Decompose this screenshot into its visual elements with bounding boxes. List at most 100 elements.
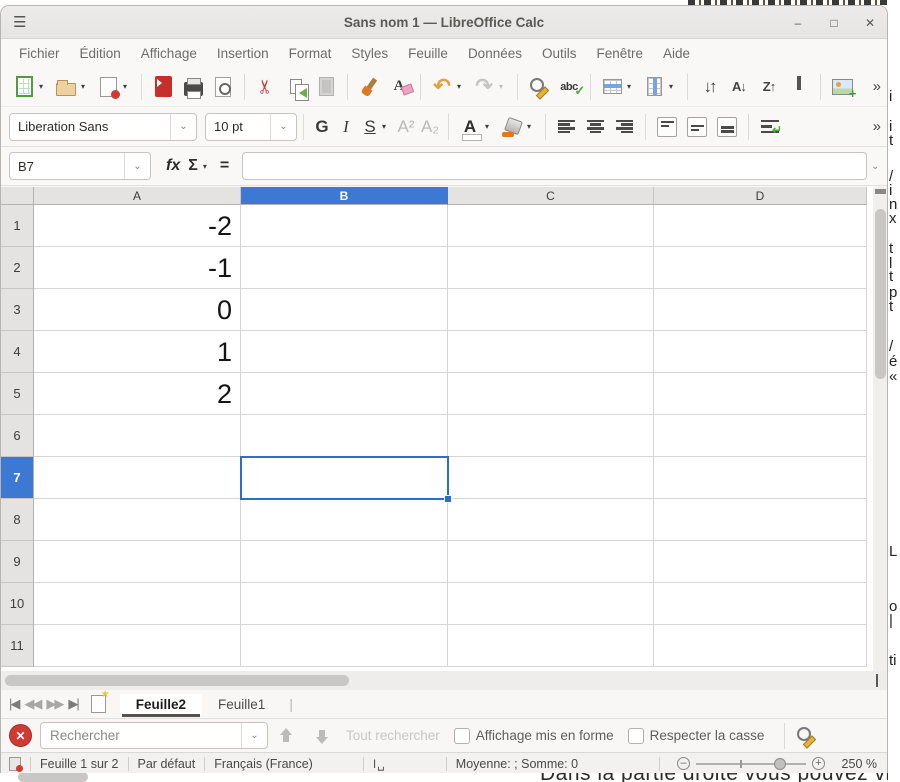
cell-B5[interactable]	[241, 373, 448, 415]
row-header-2[interactable]: 2	[1, 247, 34, 289]
superscript-button[interactable]: A²	[394, 117, 418, 137]
close-findbar-button[interactable]: ✕	[9, 724, 32, 747]
name-box-dropdown-icon[interactable]: ⌄	[124, 153, 150, 179]
cell-D11[interactable]	[654, 625, 867, 667]
cell-B6[interactable]	[241, 415, 448, 457]
sort-ascending-icon[interactable]: A↓	[726, 74, 752, 100]
font-color-icon[interactable]: A	[457, 114, 483, 140]
selection-fill-handle[interactable]	[444, 495, 452, 503]
vertical-scrollbar[interactable]	[873, 187, 888, 671]
spelling-icon[interactable]: abc	[556, 74, 582, 100]
menu-donnees[interactable]: Données	[458, 42, 532, 65]
center-vertically-icon[interactable]	[687, 117, 707, 137]
row-header-10[interactable]: 10	[1, 583, 34, 625]
redo-icon[interactable]: ↷	[471, 74, 497, 100]
cell-A2[interactable]: -1	[34, 247, 241, 289]
underline-button[interactable]: S	[358, 117, 382, 137]
open-file-icon[interactable]	[53, 74, 79, 100]
cell-C6[interactable]	[448, 415, 654, 457]
formatted-display-checkbox[interactable]: Affichage mis en forme	[454, 728, 614, 744]
cell-D8[interactable]	[654, 499, 867, 541]
insert-row-icon[interactable]	[599, 74, 625, 100]
cell-A10[interactable]	[34, 583, 241, 625]
new-document-icon[interactable]	[11, 74, 37, 100]
cell-C1[interactable]	[448, 205, 654, 247]
menu-aide[interactable]: Aide	[653, 42, 700, 65]
row-header-7[interactable]: 7	[1, 457, 34, 499]
cell-A4[interactable]: 1	[34, 331, 241, 373]
menu-styles[interactable]: Styles	[341, 42, 398, 65]
align-top-icon[interactable]	[657, 117, 677, 137]
cell-C8[interactable]	[448, 499, 654, 541]
minimize-button[interactable]: –	[791, 16, 805, 30]
column-header-b[interactable]: B	[241, 187, 448, 205]
formula-input[interactable]	[242, 152, 867, 180]
background-color-dropdown-icon[interactable]: ▾	[527, 122, 537, 131]
wrap-text-icon[interactable]	[761, 120, 779, 134]
cell-D7[interactable]	[654, 457, 867, 499]
menu-format[interactable]: Format	[279, 42, 342, 65]
sheet-tab-feuille2[interactable]: Feuille2	[120, 694, 202, 715]
cell-B8[interactable]	[241, 499, 448, 541]
first-sheet-icon[interactable]: |◀	[9, 696, 18, 712]
sheet-position-status[interactable]: Feuille 1 sur 2	[40, 757, 119, 771]
cell-B1[interactable]	[241, 205, 448, 247]
add-sheet-icon[interactable]	[91, 695, 106, 713]
clone-formatting-icon[interactable]	[356, 74, 382, 100]
cut-icon[interactable]: ✂	[253, 74, 279, 100]
save-icon[interactable]	[95, 74, 121, 100]
maximize-button[interactable]: □	[827, 16, 841, 30]
selection-stats[interactable]: Moyenne: ; Somme: 0	[456, 757, 578, 771]
previous-sheet-icon[interactable]: ◀◀	[24, 696, 40, 712]
find-previous-icon[interactable]	[278, 728, 294, 744]
cell-D9[interactable]	[654, 541, 867, 583]
align-left-icon[interactable]	[558, 120, 575, 134]
align-right-icon[interactable]	[616, 120, 633, 134]
cell-A3[interactable]: 0	[34, 289, 241, 331]
match-case-checkbox[interactable]: Respecter la casse	[628, 728, 765, 744]
find-and-replace-icon[interactable]	[793, 723, 819, 749]
cell-C5[interactable]	[448, 373, 654, 415]
cell-D6[interactable]	[654, 415, 867, 457]
row-header-4[interactable]: 4	[1, 331, 34, 373]
zoom-out-icon[interactable]: –	[677, 757, 690, 770]
sum-dropdown-icon[interactable]: ▾	[203, 162, 213, 171]
cell-B3[interactable]	[241, 289, 448, 331]
redo-dropdown-icon[interactable]: ▾	[499, 82, 509, 91]
sum-icon[interactable]: Σ	[185, 157, 201, 175]
cell-C10[interactable]	[448, 583, 654, 625]
print-preview-icon[interactable]	[210, 74, 236, 100]
zoom-in-icon[interactable]: +	[812, 757, 825, 770]
page-style-status[interactable]: Par défaut	[138, 757, 196, 771]
font-color-dropdown-icon[interactable]: ▾	[485, 122, 495, 131]
autofilter-icon[interactable]	[786, 74, 812, 100]
italic-button[interactable]: I	[334, 117, 358, 137]
vertical-scrollbar-thumb[interactable]	[875, 209, 886, 379]
close-button[interactable]: ✕	[863, 16, 877, 30]
cell-C4[interactable]	[448, 331, 654, 373]
cell-C7[interactable]	[448, 457, 654, 499]
cell-A9[interactable]	[34, 541, 241, 583]
menu-fichier[interactable]: Fichier	[9, 42, 70, 65]
sort-descending-icon[interactable]: Z↑	[756, 74, 782, 100]
row-header-3[interactable]: 3	[1, 289, 34, 331]
horizontal-scrollbar-thumb[interactable]	[5, 675, 349, 686]
vertical-split-handle[interactable]	[875, 189, 886, 194]
cell-B2[interactable]	[241, 247, 448, 289]
toolbar-overflow-icon[interactable]: »	[873, 78, 881, 95]
checkbox-box[interactable]	[628, 728, 644, 744]
align-bottom-icon[interactable]	[717, 117, 737, 137]
search-input[interactable]: Rechercher ⌄	[40, 722, 268, 749]
cell-D3[interactable]	[654, 289, 867, 331]
column-header-a[interactable]: A	[34, 187, 241, 205]
menu-fenetre[interactable]: Fenêtre	[587, 42, 654, 65]
function-wizard-icon[interactable]: fx	[163, 157, 183, 175]
font-name-dropdown-icon[interactable]: ⌄	[170, 114, 196, 140]
subscript-button[interactable]: A₂	[418, 117, 442, 137]
menu-affichage[interactable]: Affichage	[131, 42, 207, 65]
save-dropdown-icon[interactable]: ▾	[123, 82, 133, 91]
menu-insertion[interactable]: Insertion	[207, 42, 279, 65]
undo-icon[interactable]: ↶	[429, 74, 455, 100]
horizontal-scrollbar[interactable]	[1, 671, 888, 690]
cell-B11[interactable]	[241, 625, 448, 667]
